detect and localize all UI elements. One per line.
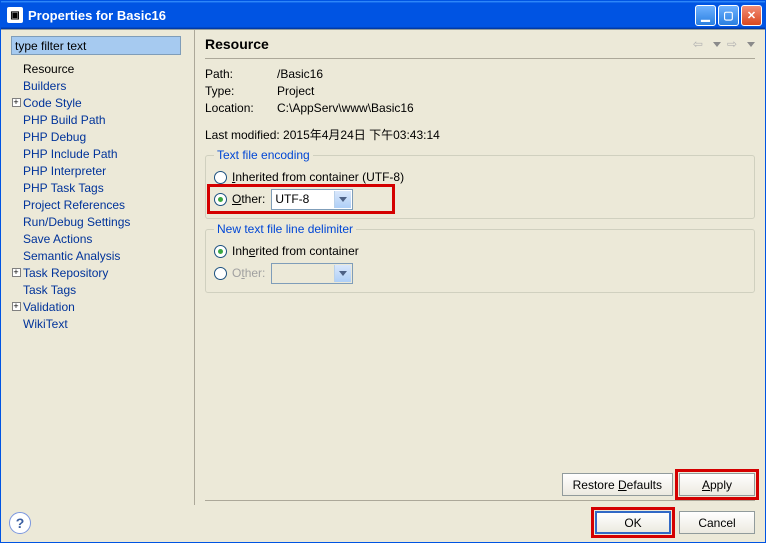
help-icon[interactable]: ? [9,512,31,534]
ok-button[interactable]: OK [595,511,671,534]
close-button[interactable]: ✕ [741,5,762,26]
expand-icon[interactable]: + [12,98,21,107]
tree-item-task-repository[interactable]: +Task Repository [9,264,190,281]
encoding-other-radio[interactable] [214,193,227,206]
tree-item-run-debug-settings[interactable]: Run/Debug Settings [9,213,190,230]
minimize-button[interactable]: ▁ [695,5,716,26]
app-icon: ▣ [7,7,23,23]
properties-dialog: ▣ Properties for Basic16 ▁ ▢ ✕ Resource … [0,0,766,543]
encoding-inherited-radio[interactable] [214,171,227,184]
tree-item-save-actions[interactable]: Save Actions [9,230,190,247]
encoding-group-title: Text file encoding [214,148,313,162]
page-title: Resource [205,36,693,52]
last-modified: Last modified: 2015年4月24日 下午03:43:14 [205,126,755,143]
tree-item-code-style[interactable]: +Code Style [9,94,190,111]
main-panel: Resource ⇦ ⇨ Path:/Basic16 Type:Project … [195,30,765,505]
category-tree: Resource Builders +Code Style PHP Build … [5,60,190,332]
nav-icons: ⇦ ⇨ [693,37,755,51]
apply-button[interactable]: Apply [679,473,755,496]
expand-icon[interactable]: + [12,302,21,311]
titlebar: ▣ Properties for Basic16 ▁ ▢ ✕ [1,1,765,29]
chevron-down-icon[interactable] [334,191,351,208]
encoding-inherited-label: Inherited from container (UTF-8) [232,170,404,184]
delimiter-combo [271,263,353,284]
encoding-group: Text file encoding Inherited from contai… [205,155,755,219]
type-label: Type: [205,84,277,98]
delimiter-other-label: Other: [232,266,265,280]
maximize-button[interactable]: ▢ [718,5,739,26]
panel-buttons: Restore Defaults Apply [205,465,755,501]
cancel-button[interactable]: Cancel [679,511,755,534]
back-icon[interactable]: ⇦ [693,37,703,51]
tree-item-builders[interactable]: Builders [9,77,190,94]
tree-item-semantic-analysis[interactable]: Semantic Analysis [9,247,190,264]
dialog-footer: ? OK Cancel [1,505,765,542]
tree-item-resource[interactable]: Resource [9,60,190,77]
path-label: Path: [205,67,277,81]
tree-item-wikitext[interactable]: WikiText [9,315,190,332]
tree-item-project-references[interactable]: Project References [9,196,190,213]
tree-item-php-build-path[interactable]: PHP Build Path [9,111,190,128]
delimiter-group-title: New text file line delimiter [214,222,356,236]
type-value: Project [277,84,314,98]
location-value: C:\AppServ\www\Basic16 [277,101,414,115]
tree-item-php-include-path[interactable]: PHP Include Path [9,145,190,162]
delimiter-other-radio[interactable] [214,267,227,280]
tree-item-validation[interactable]: +Validation [9,298,190,315]
encoding-other-label: Other: [232,192,265,206]
path-value: /Basic16 [277,67,323,81]
restore-defaults-button[interactable]: Restore Defaults [562,473,673,496]
location-label: Location: [205,101,277,115]
back-menu-icon[interactable] [713,42,721,47]
tree-item-php-interpreter[interactable]: PHP Interpreter [9,162,190,179]
expand-icon[interactable]: + [12,268,21,277]
forward-icon[interactable]: ⇨ [727,37,737,51]
window-title: Properties for Basic16 [28,8,695,23]
sidebar: Resource Builders +Code Style PHP Build … [1,30,195,505]
filter-input[interactable] [11,36,181,55]
delimiter-inherited-radio[interactable] [214,245,227,258]
chevron-down-icon [334,265,351,282]
delimiter-group: New text file line delimiter Inherited f… [205,229,755,293]
delimiter-inherited-label: Inherited from container [232,244,359,258]
tree-item-php-task-tags[interactable]: PHP Task Tags [9,179,190,196]
tree-item-task-tags[interactable]: Task Tags [9,281,190,298]
encoding-combo[interactable]: UTF-8 [271,189,353,210]
forward-menu-icon[interactable] [747,42,755,47]
tree-item-php-debug[interactable]: PHP Debug [9,128,190,145]
